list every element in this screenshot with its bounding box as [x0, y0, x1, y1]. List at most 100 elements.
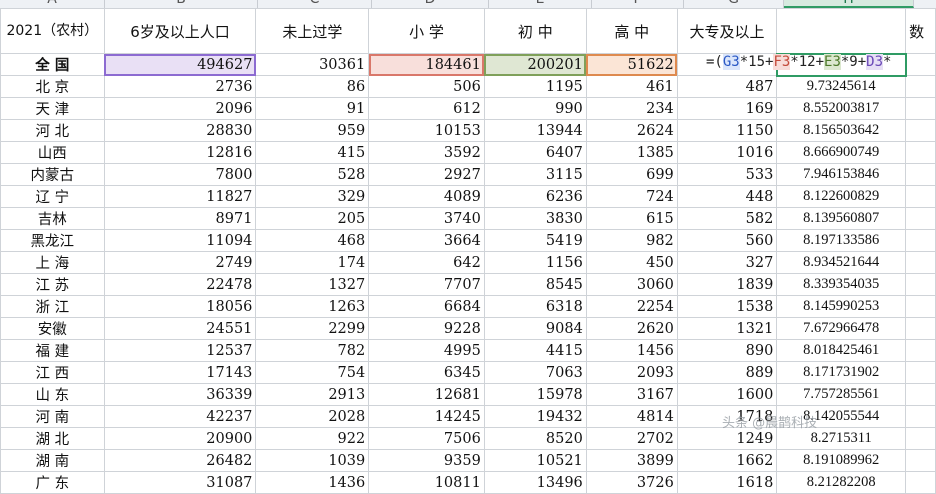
- cell-e[interactable]: 9084: [483, 317, 587, 340]
- cell-b[interactable]: 28830: [103, 119, 257, 142]
- cell-h[interactable]: 8.122600829: [776, 185, 907, 208]
- cell-g[interactable]: 560: [676, 229, 778, 252]
- cell-e[interactable]: 3115: [483, 163, 587, 186]
- header-region[interactable]: 2021（农村）: [0, 8, 105, 54]
- cell-d[interactable]: 612: [368, 97, 485, 120]
- cell-c[interactable]: 959: [255, 119, 370, 142]
- cell-e[interactable]: 8520: [483, 427, 587, 450]
- cell-h[interactable]: 8.156503642: [776, 119, 907, 142]
- cell-g[interactable]: 1600: [676, 383, 778, 406]
- cell-i[interactable]: [905, 119, 936, 142]
- header-pop6[interactable]: 6岁及以上人口: [103, 8, 257, 54]
- cell-g[interactable]: 1662: [676, 449, 778, 472]
- cell-f[interactable]: 724: [585, 185, 678, 208]
- cell-g[interactable]: 1618: [676, 471, 778, 494]
- cell-d[interactable]: 642: [368, 251, 485, 274]
- cell-i[interactable]: [905, 361, 936, 384]
- cell-h[interactable]: 8.018425461: [776, 339, 907, 362]
- cell-g[interactable]: 1321: [676, 317, 778, 340]
- cell-d[interactable]: 3664: [368, 229, 485, 252]
- cell-c[interactable]: 205: [255, 207, 370, 230]
- cell-f[interactable]: 699: [585, 163, 678, 186]
- cell-region[interactable]: 江 苏: [0, 273, 105, 296]
- cell-d[interactable]: 10811: [368, 471, 485, 494]
- cell-g[interactable]: 889: [676, 361, 778, 384]
- cell-h[interactable]: 8.139560807: [776, 207, 907, 230]
- cell-e[interactable]: 6236: [483, 185, 587, 208]
- cell-d[interactable]: 14245: [368, 405, 485, 428]
- cell-d[interactable]: 3740: [368, 207, 485, 230]
- cell-b[interactable]: 11094: [103, 229, 257, 252]
- cell-i[interactable]: [905, 163, 936, 186]
- header-primary[interactable]: 小 学: [368, 8, 485, 54]
- cell-i[interactable]: [905, 405, 936, 428]
- cell-region[interactable]: 内蒙古: [0, 163, 105, 186]
- cell-f[interactable]: 2254: [585, 295, 678, 318]
- column-header-g[interactable]: G: [684, 0, 784, 8]
- cell-d[interactable]: 9228: [368, 317, 485, 340]
- cell-b[interactable]: 42237: [103, 405, 257, 428]
- cell-b[interactable]: 22478: [103, 273, 257, 296]
- cell-i[interactable]: [905, 471, 936, 494]
- cell-c[interactable]: 1039: [255, 449, 370, 472]
- cell-region[interactable]: 全 国: [0, 53, 105, 76]
- cell-region[interactable]: 天 津: [0, 97, 105, 120]
- header-senior[interactable]: 高 中: [585, 8, 678, 54]
- column-header-b[interactable]: B: [105, 0, 258, 8]
- cell-b[interactable]: 26482: [103, 449, 257, 472]
- cell-b[interactable]: 2749: [103, 251, 257, 274]
- cell-h[interactable]: 8.197133586: [776, 229, 907, 252]
- cell-b[interactable]: 18056: [103, 295, 257, 318]
- cell-d[interactable]: 10153: [368, 119, 485, 142]
- cell-i[interactable]: [905, 273, 936, 296]
- cell-c[interactable]: 1327: [255, 273, 370, 296]
- cell-i[interactable]: [905, 317, 936, 340]
- cell-e[interactable]: 19432: [483, 405, 587, 428]
- cell-f[interactable]: 2620: [585, 317, 678, 340]
- cell-d[interactable]: 7506: [368, 427, 485, 450]
- cell-d[interactable]: 3592: [368, 141, 485, 164]
- cell-c[interactable]: 415: [255, 141, 370, 164]
- cell-i[interactable]: [905, 185, 936, 208]
- cell-e[interactable]: 13496: [483, 471, 587, 494]
- cell-i[interactable]: [905, 229, 936, 252]
- cell-b[interactable]: 494627: [103, 53, 257, 76]
- cell-g[interactable]: 487: [676, 75, 778, 98]
- cell-region[interactable]: 安徽: [0, 317, 105, 340]
- cell-region[interactable]: 湖 南: [0, 449, 105, 472]
- cell-f[interactable]: 3899: [585, 449, 678, 472]
- cell-c[interactable]: 528: [255, 163, 370, 186]
- header-i[interactable]: 数: [905, 8, 936, 54]
- cell-f[interactable]: 3060: [585, 273, 678, 296]
- cell-e[interactable]: 7063: [483, 361, 587, 384]
- cell-e[interactable]: 15978: [483, 383, 587, 406]
- cell-d[interactable]: 12681: [368, 383, 485, 406]
- cell-region[interactable]: 湖 北: [0, 427, 105, 450]
- cell-g[interactable]: 327: [676, 251, 778, 274]
- cell-c[interactable]: 86: [255, 75, 370, 98]
- cell-d[interactable]: 4995: [368, 339, 485, 362]
- cell-h[interactable]: 7.946153846: [776, 163, 907, 186]
- cell-i[interactable]: [905, 383, 936, 406]
- cell-b[interactable]: 24551: [103, 317, 257, 340]
- cell-f[interactable]: 1385: [585, 141, 678, 164]
- cell-b[interactable]: 31087: [103, 471, 257, 494]
- header-none[interactable]: 未上过学: [255, 8, 370, 54]
- cell-b[interactable]: 11827: [103, 185, 257, 208]
- cell-i[interactable]: [905, 449, 936, 472]
- cell-d[interactable]: 6684: [368, 295, 485, 318]
- cell-g[interactable]: 890: [676, 339, 778, 362]
- cell-g[interactable]: 448: [676, 185, 778, 208]
- cell-f[interactable]: 982: [585, 229, 678, 252]
- cell-d[interactable]: 184461: [368, 53, 485, 76]
- cell-g[interactable]: 1150: [676, 119, 778, 142]
- cell-region[interactable]: 上 海: [0, 251, 105, 274]
- cell-g[interactable]: 533: [676, 163, 778, 186]
- cell-d[interactable]: 2927: [368, 163, 485, 186]
- column-header-h[interactable]: H: [784, 0, 914, 8]
- cell-f[interactable]: 1456: [585, 339, 678, 362]
- cell-e[interactable]: 200201: [483, 53, 587, 76]
- header-h[interactable]: [776, 8, 907, 54]
- cell-h[interactable]: 7.672966478: [776, 317, 907, 340]
- cell-e[interactable]: 8545: [483, 273, 587, 296]
